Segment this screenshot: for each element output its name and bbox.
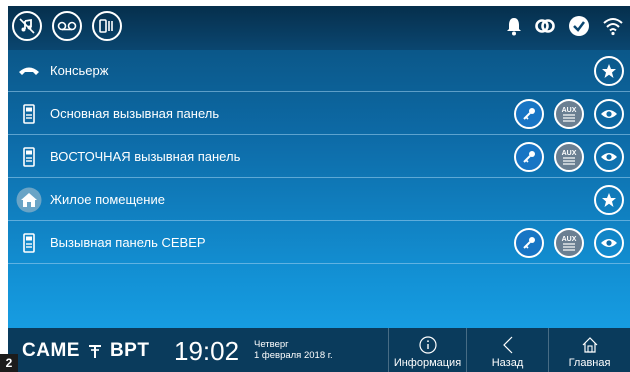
page-number-badge: 2	[0, 354, 18, 372]
row-label: Вызывная панель СЕВЕР	[50, 235, 206, 250]
favorite-star-button[interactable]	[594, 56, 624, 86]
bell-icon	[506, 16, 522, 41]
row-label: ВОСТОЧНАЯ вызывная панель	[50, 149, 241, 164]
door-panel-icon	[16, 101, 42, 127]
door-open-key-button[interactable]	[514, 142, 544, 172]
status-right-group	[506, 15, 624, 42]
weekday: Четверг	[254, 339, 289, 350]
door-open-key-button[interactable]	[514, 228, 544, 258]
bottom-bar: CAME BPT 19:02 Четверг 1 февраля 2018 г.…	[8, 328, 630, 372]
door-panel-icon	[16, 230, 42, 256]
view-camera-eye-button[interactable]	[594, 99, 624, 129]
view-camera-eye-button[interactable]	[594, 142, 624, 172]
aux-button[interactable]: AUX	[554, 228, 584, 258]
home-label: Главная	[568, 357, 611, 369]
logo-bpt: BPT	[109, 340, 150, 361]
wifi-icon	[602, 16, 624, 41]
bpt-symbol-icon	[88, 345, 101, 358]
intercom-screen: Консьерж Основная вызывная панель AUX ВО…	[8, 6, 630, 372]
home-button[interactable]: Главная	[548, 328, 630, 372]
home-icon	[16, 187, 42, 213]
handset-icon	[16, 58, 42, 84]
svg-text:AUX: AUX	[562, 150, 577, 157]
door-panel-icon	[16, 144, 42, 170]
info-label: Информация	[393, 357, 462, 369]
door-open-key-button[interactable]	[514, 99, 544, 129]
aux-button[interactable]: AUX	[554, 142, 584, 172]
voicemail-icon[interactable]	[52, 11, 82, 41]
list-item-main-panel[interactable]: Основная вызывная панель AUX	[8, 93, 630, 135]
brand-logo: CAME BPT	[22, 340, 149, 362]
row-label: Консьерж	[50, 63, 109, 78]
home-outline-icon	[581, 335, 599, 355]
info-icon	[418, 335, 437, 355]
intercom-icon[interactable]	[92, 11, 122, 41]
check-circle-icon	[568, 15, 590, 42]
list-item-north-panel[interactable]: Вызывная панель СЕВЕР AUX	[8, 222, 630, 264]
aux-button[interactable]: AUX	[554, 99, 584, 129]
view-camera-eye-button[interactable]	[594, 228, 624, 258]
status-bar	[8, 6, 630, 50]
favorite-star-button[interactable]	[594, 185, 624, 215]
list-item-east-panel[interactable]: ВОСТОЧНАЯ вызывная панель AUX	[8, 136, 630, 178]
back-button[interactable]: Назад	[466, 328, 548, 372]
svg-text:AUX: AUX	[562, 107, 577, 114]
link-icon	[534, 16, 556, 41]
clock-time: 19:02	[174, 336, 240, 366]
music-off-icon[interactable]	[12, 11, 42, 41]
logo-came: CAME	[22, 340, 80, 361]
info-button[interactable]: Информация	[388, 328, 466, 372]
row-label: Жилое помещение	[50, 192, 165, 207]
list-item-concierge[interactable]: Консьерж	[8, 50, 630, 92]
date-text: 1 февраля 2018 г.	[254, 350, 333, 361]
date-display: Четверг 1 февраля 2018 г.	[254, 339, 333, 361]
chevron-left-icon	[502, 335, 514, 355]
row-label: Основная вызывная панель	[50, 106, 220, 121]
back-label: Назад	[491, 357, 524, 369]
list-item-residence[interactable]: Жилое помещение	[8, 179, 630, 221]
svg-text:AUX: AUX	[562, 236, 577, 243]
status-left-group	[12, 11, 122, 41]
